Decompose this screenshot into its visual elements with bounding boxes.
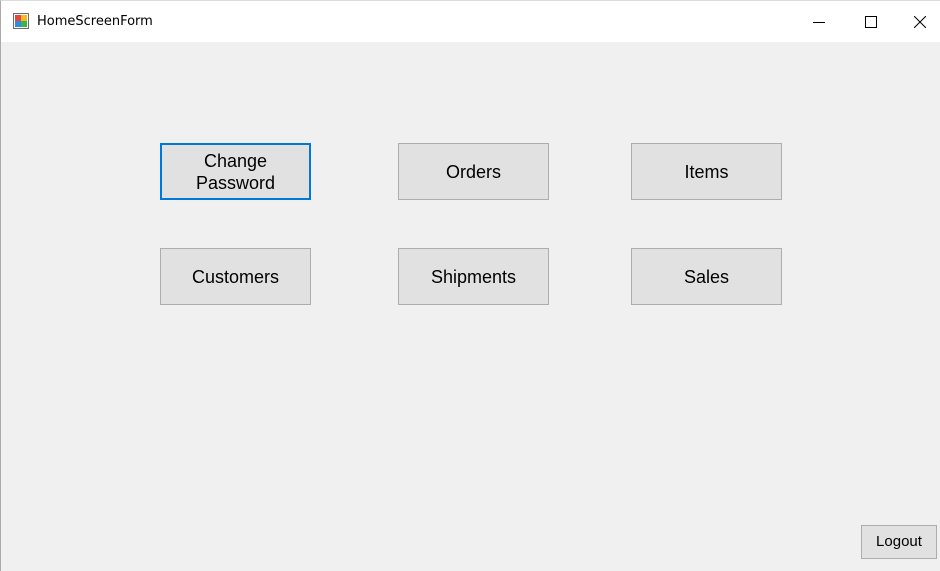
home-screen-window: HomeScreenForm Change Password Orders It… xyxy=(0,0,940,571)
logout-button[interactable]: Logout xyxy=(861,525,937,559)
window-title: HomeScreenForm xyxy=(37,14,153,29)
maximize-icon xyxy=(865,15,877,28)
change-password-button[interactable]: Change Password xyxy=(160,143,311,200)
close-button[interactable] xyxy=(897,1,940,42)
title-bar[interactable]: HomeScreenForm xyxy=(1,1,940,42)
minimize-button[interactable] xyxy=(796,1,842,42)
minimize-icon xyxy=(813,21,825,23)
close-icon xyxy=(914,15,926,28)
shipments-button[interactable]: Shipments xyxy=(398,248,549,305)
app-icon xyxy=(13,13,29,29)
items-button[interactable]: Items xyxy=(631,143,782,200)
orders-button[interactable]: Orders xyxy=(398,143,549,200)
maximize-button[interactable] xyxy=(848,1,894,42)
customers-button[interactable]: Customers xyxy=(160,248,311,305)
sales-button[interactable]: Sales xyxy=(631,248,782,305)
